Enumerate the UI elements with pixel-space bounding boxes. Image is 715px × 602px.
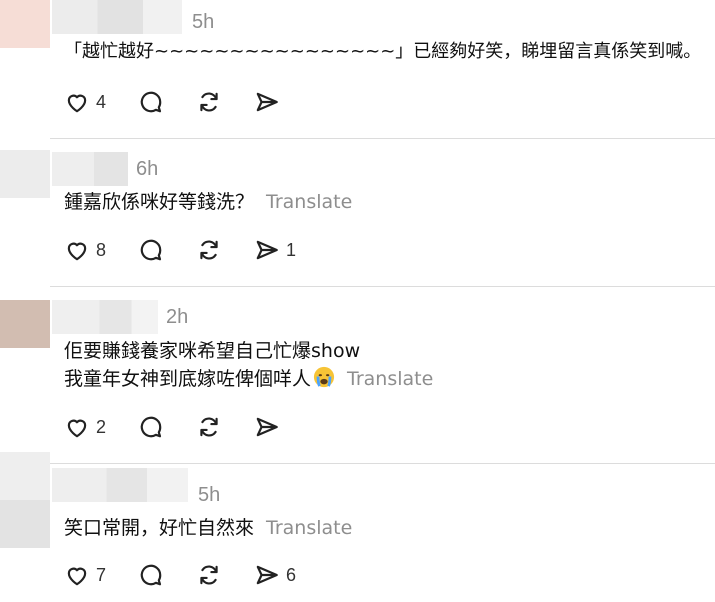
avatar[interactable] [0, 0, 50, 48]
timestamp: 2h [166, 306, 189, 328]
translate-link[interactable]: Translate [266, 517, 352, 539]
reply-button[interactable] [138, 89, 164, 115]
like-button[interactable]: 2 [64, 414, 106, 440]
heart-icon [67, 567, 87, 586]
reply-bubble-icon [140, 416, 162, 438]
repost-icon [200, 565, 218, 585]
like-count: 8 [96, 239, 107, 260]
repost-icon [200, 240, 218, 260]
comment-line: 笑口常開，好忙￼自然來 [64, 517, 255, 539]
avatar[interactable] [0, 452, 50, 548]
share-count: 6 [286, 564, 297, 585]
comment-line: 「越忙越好~~~~~~~~~~~~~~~~」已經夠好笑，睇埋留言真係笑到喊。 [64, 41, 702, 62]
share-button[interactable] [254, 89, 280, 115]
timestamp: 6h [136, 158, 159, 180]
heart-icon [67, 94, 87, 113]
like-count: 4 [96, 91, 107, 112]
comment-text: 鍾嘉欣係咪好等錢洗？ Translate [64, 189, 352, 215]
action-bar: 7 6 [64, 562, 328, 588]
action-bar: 2 [64, 414, 312, 440]
heart-icon [67, 419, 87, 438]
share-count: 1 [286, 239, 297, 260]
translate-link[interactable]: Translate [266, 191, 352, 213]
share-button[interactable]: 1 [254, 237, 296, 263]
username-redacted[interactable] [52, 468, 188, 502]
repost-button[interactable] [196, 562, 222, 588]
username-redacted[interactable] [52, 300, 158, 334]
divider [50, 138, 715, 139]
crying-face-emoji [313, 366, 335, 388]
comment-text: 笑口常開，好忙￼自然來 Translate [64, 515, 352, 541]
repost-icon [200, 92, 218, 112]
comment-text: 「越忙越好~~~~~~~~~~~~~~~~」已經夠好笑，睇埋留言真係笑到喊。 [64, 39, 701, 65]
reply-button[interactable] [138, 237, 164, 263]
comment-line: 佢要賺錢養家咪希望自己忙爆show [64, 340, 361, 362]
like-button[interactable]: 7 [64, 562, 106, 588]
comment-line-2: 我童年女神到底嫁咗俾個咩人 Translate [64, 366, 434, 390]
reply-button[interactable] [138, 562, 164, 588]
like-button[interactable]: 8 [64, 237, 106, 263]
avatar[interactable] [0, 300, 50, 348]
send-icon [256, 92, 278, 112]
like-count: 2 [96, 416, 107, 437]
reply-bubble-icon [140, 239, 162, 261]
divider [50, 286, 715, 287]
reply-bubble-icon [140, 91, 162, 113]
translate-link[interactable]: Translate [347, 368, 433, 390]
avatar[interactable] [0, 150, 50, 198]
repost-icon [200, 417, 218, 437]
action-bar: 8 1 [64, 237, 328, 263]
reply-bubble-icon [140, 564, 162, 586]
timestamp: 5h [192, 11, 215, 33]
username-redacted[interactable] [52, 0, 182, 34]
send-icon [256, 240, 278, 260]
share-button[interactable] [254, 414, 280, 440]
send-icon [256, 417, 278, 437]
like-count: 7 [96, 564, 107, 585]
heart-icon [67, 242, 87, 261]
timestamp: 5h [198, 484, 221, 506]
repost-button[interactable] [196, 414, 222, 440]
send-icon [256, 565, 278, 585]
comment-line: 鍾嘉欣係咪好等錢洗？ [64, 191, 255, 213]
like-button[interactable]: 4 [64, 89, 106, 115]
comment-text: 佢要賺錢養家咪希望自己忙爆show 我童年女神到底嫁咗俾個咩人 Translate [64, 338, 433, 392]
username-redacted[interactable] [52, 152, 128, 186]
reply-button[interactable] [138, 414, 164, 440]
divider [50, 463, 715, 464]
repost-button[interactable] [196, 237, 222, 263]
action-bar: 4 [64, 89, 312, 115]
share-button[interactable]: 6 [254, 562, 296, 588]
repost-button[interactable] [196, 89, 222, 115]
